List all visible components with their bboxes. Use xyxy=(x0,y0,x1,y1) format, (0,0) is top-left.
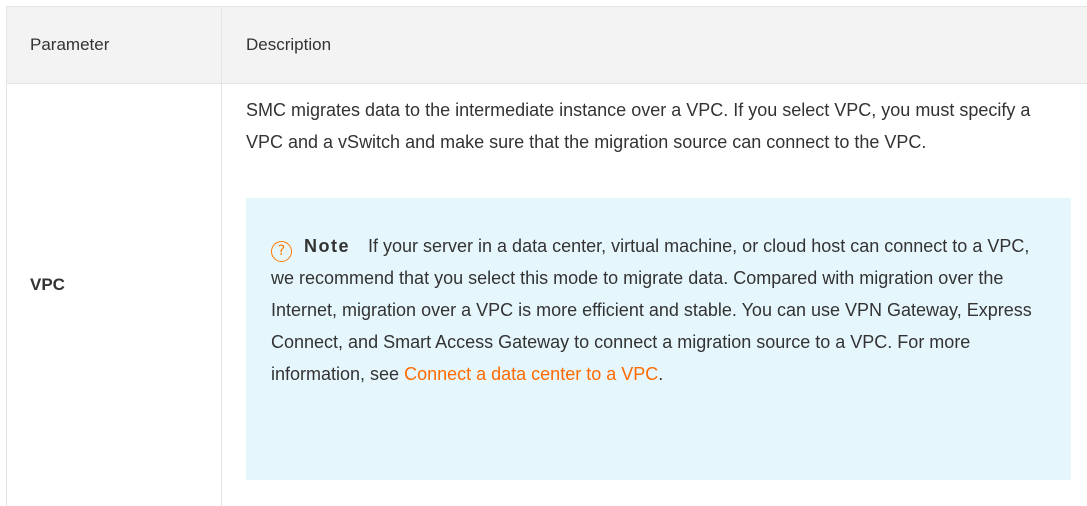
note-callout: ? Note If your server in a data center, vi… xyxy=(246,198,1071,480)
parameter-name-cell: VPC xyxy=(30,275,65,294)
note-trailing-punctuation: . xyxy=(658,364,664,384)
table-header-row: Parameter Description xyxy=(6,7,1087,84)
column-divider xyxy=(221,6,222,506)
note-paragraph: ? Note If your server in a data center, vi… xyxy=(271,230,1045,390)
connect-data-center-link[interactable]: Connect a data center to a VPC xyxy=(404,364,658,384)
note-body-text: If your server in a data center, virtual… xyxy=(271,236,1032,384)
note-title: Note xyxy=(304,236,350,256)
description-text: SMC migrates data to the intermediate in… xyxy=(246,100,1031,152)
question-circle-icon: ? xyxy=(271,241,292,262)
header-parameter: Parameter xyxy=(30,35,110,54)
header-description: Description xyxy=(246,35,332,54)
table-left-border xyxy=(6,6,7,506)
parameter-table: Parameter Description VPC SMC migrates d… xyxy=(6,6,1087,506)
